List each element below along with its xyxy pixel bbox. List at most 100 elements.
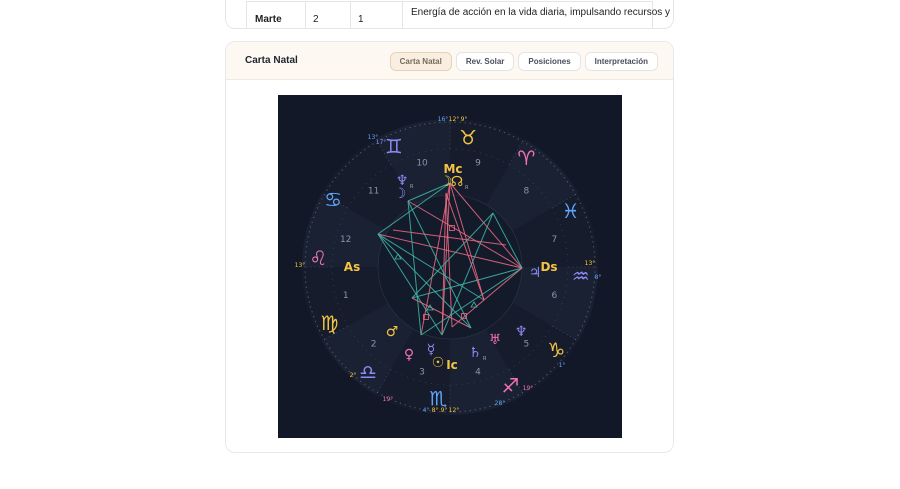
house-number-12: 12	[340, 235, 351, 245]
ring-dot	[308, 231, 310, 233]
ring-dot	[443, 148, 445, 150]
ring-dot	[577, 334, 579, 336]
ring-dot	[564, 241, 566, 243]
ring-dot	[513, 167, 515, 169]
ring-dot	[491, 156, 493, 158]
ring-dot	[310, 306, 312, 308]
ring-dot	[566, 284, 568, 286]
ring-dot	[311, 311, 313, 313]
aries-icon: ♈	[517, 146, 535, 170]
ring-dot	[350, 202, 352, 204]
ring-dot	[305, 286, 308, 288]
tab-interpretacion[interactable]: Interpretación	[584, 52, 658, 71]
ring-dot	[569, 185, 571, 187]
mars-icon: ♂	[386, 324, 399, 340]
planet-cell: Marte	[247, 2, 306, 28]
ring-dot	[380, 361, 382, 363]
ring-dot	[404, 404, 406, 406]
ring-dot	[306, 291, 308, 293]
ring-dot	[331, 260, 333, 262]
ring-dot	[464, 410, 466, 412]
ring-dot	[370, 178, 372, 180]
house-number-7: 7	[551, 235, 557, 245]
ring-dot	[313, 216, 315, 219]
ring-dot	[304, 271, 306, 273]
ring-dot	[332, 284, 334, 286]
degree-label: 2°	[350, 372, 357, 379]
ring-dot	[419, 124, 421, 126]
jupiter-icon: ♃	[529, 265, 542, 281]
ring-dot	[344, 212, 346, 214]
ring-dot	[418, 152, 420, 154]
ring-dot	[305, 251, 307, 253]
table-row: Marte 2 1 Energía de acción en la vida d…	[246, 1, 670, 28]
ring-dot	[485, 154, 487, 156]
ring-dot	[548, 202, 550, 204]
ring-dot	[332, 248, 334, 250]
ring-dot	[592, 286, 595, 288]
degree-label: 9°	[461, 116, 468, 123]
ring-dot	[508, 133, 510, 136]
ring-dot	[455, 384, 457, 386]
ring-dot	[480, 380, 482, 382]
ring-dot	[332, 181, 334, 183]
ring-dot	[594, 271, 596, 273]
libra-icon: ♎	[359, 360, 377, 384]
capricorn-icon: ♑	[547, 338, 565, 362]
ring-dot	[479, 124, 481, 126]
degree-label: 17°	[376, 139, 387, 146]
ring-dot	[310, 226, 312, 228]
ring-dot	[385, 167, 387, 169]
ring-dot	[567, 260, 569, 262]
tab-rev-solar[interactable]: Rev. Solar	[455, 52, 515, 71]
ring-dot	[503, 371, 505, 373]
ring-dot	[329, 347, 331, 349]
ring-dot	[585, 315, 587, 318]
ring-dot	[484, 407, 486, 409]
degree-label: 13°	[295, 262, 306, 269]
ring-dot	[491, 376, 493, 378]
cancer-icon: ♋	[324, 188, 342, 212]
retrograde-marker: R	[483, 356, 487, 362]
ring-dot	[563, 177, 565, 179]
ring-dot	[563, 297, 565, 299]
ring-dot	[528, 178, 530, 180]
chart-tabs: Carta Natal Rev. Solar Posiciones Interp…	[389, 52, 658, 71]
ring-dot	[544, 335, 546, 337]
ring-dot	[503, 161, 505, 163]
ring-dot	[523, 358, 525, 360]
degree-label: 12°	[449, 407, 460, 414]
ring-dot	[554, 212, 556, 214]
degree-label: 1°	[559, 362, 566, 369]
gemini-icon: ♊	[385, 134, 403, 158]
ring-dot	[498, 130, 501, 132]
ring-dot	[574, 338, 577, 341]
ring-dot	[339, 224, 341, 226]
degree-label: 9°	[441, 407, 448, 414]
moon-dark-icon: ☽	[394, 186, 407, 202]
ring-dot	[591, 296, 593, 298]
ring-dot	[334, 241, 336, 243]
natal-chart-card: Carta Natal Carta Natal Rev. Solar Posic…	[225, 41, 674, 453]
ring-dot	[332, 254, 334, 256]
ring-dot	[557, 218, 559, 220]
ring-dot	[368, 386, 370, 388]
ring-dot	[588, 306, 590, 308]
ring-dot	[401, 158, 403, 160]
ring-dot	[395, 400, 397, 403]
ring-dot	[544, 197, 546, 199]
aquarius-icon: ♒	[572, 264, 590, 288]
ring-dot	[434, 122, 436, 124]
ring-dot	[401, 374, 403, 376]
house-number-3: 3	[419, 367, 425, 377]
ring-dot	[455, 148, 457, 150]
natal-wheel[interactable]: 1 2 3 4 5 6 7 8 9 10 11 12 ♉ ♈ ♓ ♒ ♑ ♐ ♏ ♎ ♍ ♌ ♋ ♊ 16° 12° 9° 13° 8°…	[278, 95, 622, 438]
ring-dot	[553, 165, 555, 167]
ring-dot	[583, 212, 586, 214]
tab-posiciones[interactable]: Posiciones	[518, 52, 581, 71]
tab-carta-natal[interactable]: Carta Natal	[389, 52, 452, 71]
ring-dot	[587, 311, 589, 313]
ring-dot	[523, 174, 525, 176]
ring-dot	[424, 381, 426, 383]
ring-dot	[413, 154, 415, 156]
